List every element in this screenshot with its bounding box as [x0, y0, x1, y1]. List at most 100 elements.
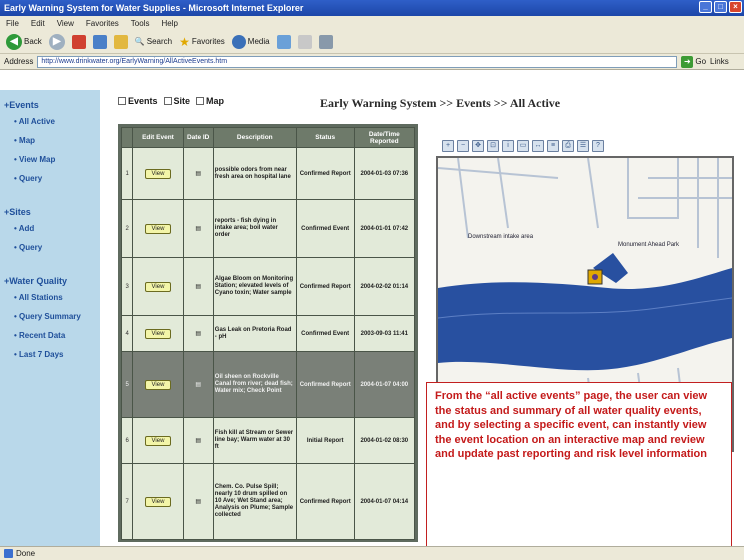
sidebar-section-water-quality: +Water Quality: [4, 276, 67, 286]
browser-statusbar: Done: [0, 546, 744, 560]
identify-icon[interactable]: i: [502, 140, 514, 152]
menu-bar: File Edit View Favorites Tools Help: [0, 16, 744, 30]
address-input[interactable]: http://www.drinkwater.org/EarlyWarning/A…: [37, 55, 678, 68]
maximize-button[interactable]: □: [714, 1, 727, 13]
event-date: 2004-01-02 08:30: [353, 417, 416, 464]
event-status: Confirmed Event: [295, 199, 355, 258]
event-status: Confirmed Event: [295, 315, 355, 352]
table-row-selected[interactable]: 5 View ▤ Oil sheen on Rockville Canal fr…: [120, 351, 416, 418]
media-icon: [231, 34, 246, 49]
detail-icon[interactable]: ▤: [182, 463, 214, 540]
column-header-date[interactable]: Date/Time Reported: [353, 127, 416, 148]
checkbox-icon: [196, 97, 205, 105]
sidebar-nav: +Events • All Active • Map • View Map • …: [0, 90, 100, 546]
map-label-intake: Downstream intake area: [468, 234, 534, 240]
view-event-button[interactable]: View: [144, 168, 171, 179]
back-button[interactable]: ◀ Back: [6, 33, 42, 50]
print-icon[interactable]: [318, 34, 333, 49]
detail-icon[interactable]: ▤: [182, 417, 214, 464]
table-header-row: Edit Event Date ID Description Status Da…: [120, 127, 416, 148]
full-extent-icon[interactable]: ⊡: [487, 140, 499, 152]
checkbox-icon: [163, 97, 172, 105]
legend-icon[interactable]: ☰: [577, 140, 589, 152]
mail-icon[interactable]: [297, 34, 312, 49]
event-description: Oil sheen on Rockville Canal from river;…: [212, 351, 297, 418]
annotation-callout: From the “all active events” page, the u…: [426, 382, 732, 552]
menu-tools[interactable]: Tools: [131, 19, 150, 28]
column-header-edit[interactable]: Edit Event: [132, 127, 184, 148]
map-toolbar: + − ✥ ⊡ i ▭ ↔ ≡ ⎙ ☰ ?: [442, 140, 604, 152]
history-icon[interactable]: [276, 34, 291, 49]
sidebar-item-site-query[interactable]: • Query: [14, 243, 100, 252]
sidebar-item-all-active[interactable]: • All Active: [14, 117, 100, 126]
help-icon[interactable]: ?: [592, 140, 604, 152]
table-row[interactable]: 6 View ▤ Fish kill at Stream or Sewer li…: [120, 417, 416, 464]
sidebar-item-add[interactable]: • Add: [14, 224, 100, 233]
table-row[interactable]: 3 View ▤ Algae Bloom on Monitoring Stati…: [120, 257, 416, 316]
detail-icon[interactable]: ▤: [182, 199, 214, 258]
forward-button[interactable]: ▶: [48, 33, 65, 50]
table-row[interactable]: 7 View ▤ Chem. Co. Pulse Spill; nearly 1…: [120, 463, 416, 540]
detail-icon[interactable]: ▤: [182, 147, 214, 200]
event-status: Initial Report: [295, 417, 355, 464]
home-icon[interactable]: [113, 34, 128, 49]
detail-icon[interactable]: ▤: [182, 351, 214, 418]
menu-view[interactable]: View: [57, 19, 74, 28]
sidebar-item-view-map[interactable]: • View Map: [14, 155, 100, 164]
view-event-button[interactable]: View: [144, 379, 171, 390]
event-description: Gas Leak on Pretoria Road - pH: [212, 315, 297, 352]
close-button[interactable]: ×: [729, 1, 742, 13]
tab-site[interactable]: Site: [163, 96, 190, 106]
select-icon[interactable]: ▭: [517, 140, 529, 152]
print-map-icon[interactable]: ⎙: [562, 140, 574, 152]
stop-icon[interactable]: [71, 34, 86, 49]
table-row[interactable]: 2 View ▤ reports - fish dying in intake …: [120, 199, 416, 258]
checkbox-icon: [118, 97, 126, 105]
refresh-icon[interactable]: [92, 34, 107, 49]
detail-icon[interactable]: ▤: [182, 257, 214, 316]
tab-map[interactable]: Map: [196, 96, 224, 106]
media-button[interactable]: Media: [231, 34, 270, 49]
table-row[interactable]: 4 View ▤ Gas Leak on Pretoria Road - pH …: [120, 315, 416, 352]
sidebar-item-all-stations[interactable]: • All Stations: [14, 293, 100, 302]
column-header-status[interactable]: Status: [295, 127, 355, 148]
page-heading: Early Warning System >> Events >> All Ac…: [320, 96, 561, 110]
sidebar-item-last-7-days[interactable]: • Last 7 Days: [14, 350, 100, 359]
tab-events[interactable]: Events: [118, 96, 158, 106]
sidebar-item-query[interactable]: • Query: [14, 174, 100, 183]
favorites-button[interactable]: ★ Favorites: [179, 35, 225, 49]
column-header-date-id[interactable]: Date ID: [182, 127, 214, 148]
detail-icon[interactable]: ▤: [182, 315, 214, 352]
menu-favorites[interactable]: Favorites: [86, 19, 119, 28]
menu-edit[interactable]: Edit: [31, 19, 45, 28]
table-row[interactable]: 1 View ▤ possible odors from near fresh …: [120, 147, 416, 200]
column-header-description[interactable]: Description: [212, 127, 297, 148]
events-table: Edit Event Date ID Description Status Da…: [120, 127, 416, 540]
search-button[interactable]: 🔍 Search: [135, 37, 172, 46]
event-status: Confirmed Report: [295, 147, 355, 200]
event-description: possible odors from near fresh area on h…: [212, 147, 297, 200]
view-tabs: Events Site Map: [118, 96, 224, 106]
menu-file[interactable]: File: [6, 19, 19, 28]
view-event-button[interactable]: View: [144, 435, 171, 446]
sidebar-item-query-summary[interactable]: • Query Summary: [14, 312, 100, 321]
pan-icon[interactable]: ✥: [472, 140, 484, 152]
event-status: Confirmed Report: [295, 351, 355, 418]
view-event-button[interactable]: View: [144, 328, 171, 339]
menu-help[interactable]: Help: [161, 19, 177, 28]
sidebar-item-map[interactable]: • Map: [14, 136, 100, 145]
sidebar-section-events: +Events: [4, 100, 39, 110]
go-button[interactable]: ➜ Go: [681, 55, 706, 68]
view-event-button[interactable]: View: [144, 496, 171, 507]
links-label[interactable]: Links: [710, 57, 729, 66]
zoom-in-icon[interactable]: +: [442, 140, 454, 152]
minimize-button[interactable]: _: [699, 1, 712, 13]
measure-icon[interactable]: ↔: [532, 140, 544, 152]
layers-icon[interactable]: ≡: [547, 140, 559, 152]
sidebar-item-recent-data[interactable]: • Recent Data: [14, 331, 100, 340]
zoom-out-icon[interactable]: −: [457, 140, 469, 152]
view-event-button[interactable]: View: [144, 223, 171, 234]
event-date: 2004-01-03 07:36: [353, 147, 416, 200]
status-text: Done: [16, 549, 36, 558]
view-event-button[interactable]: View: [144, 281, 171, 292]
